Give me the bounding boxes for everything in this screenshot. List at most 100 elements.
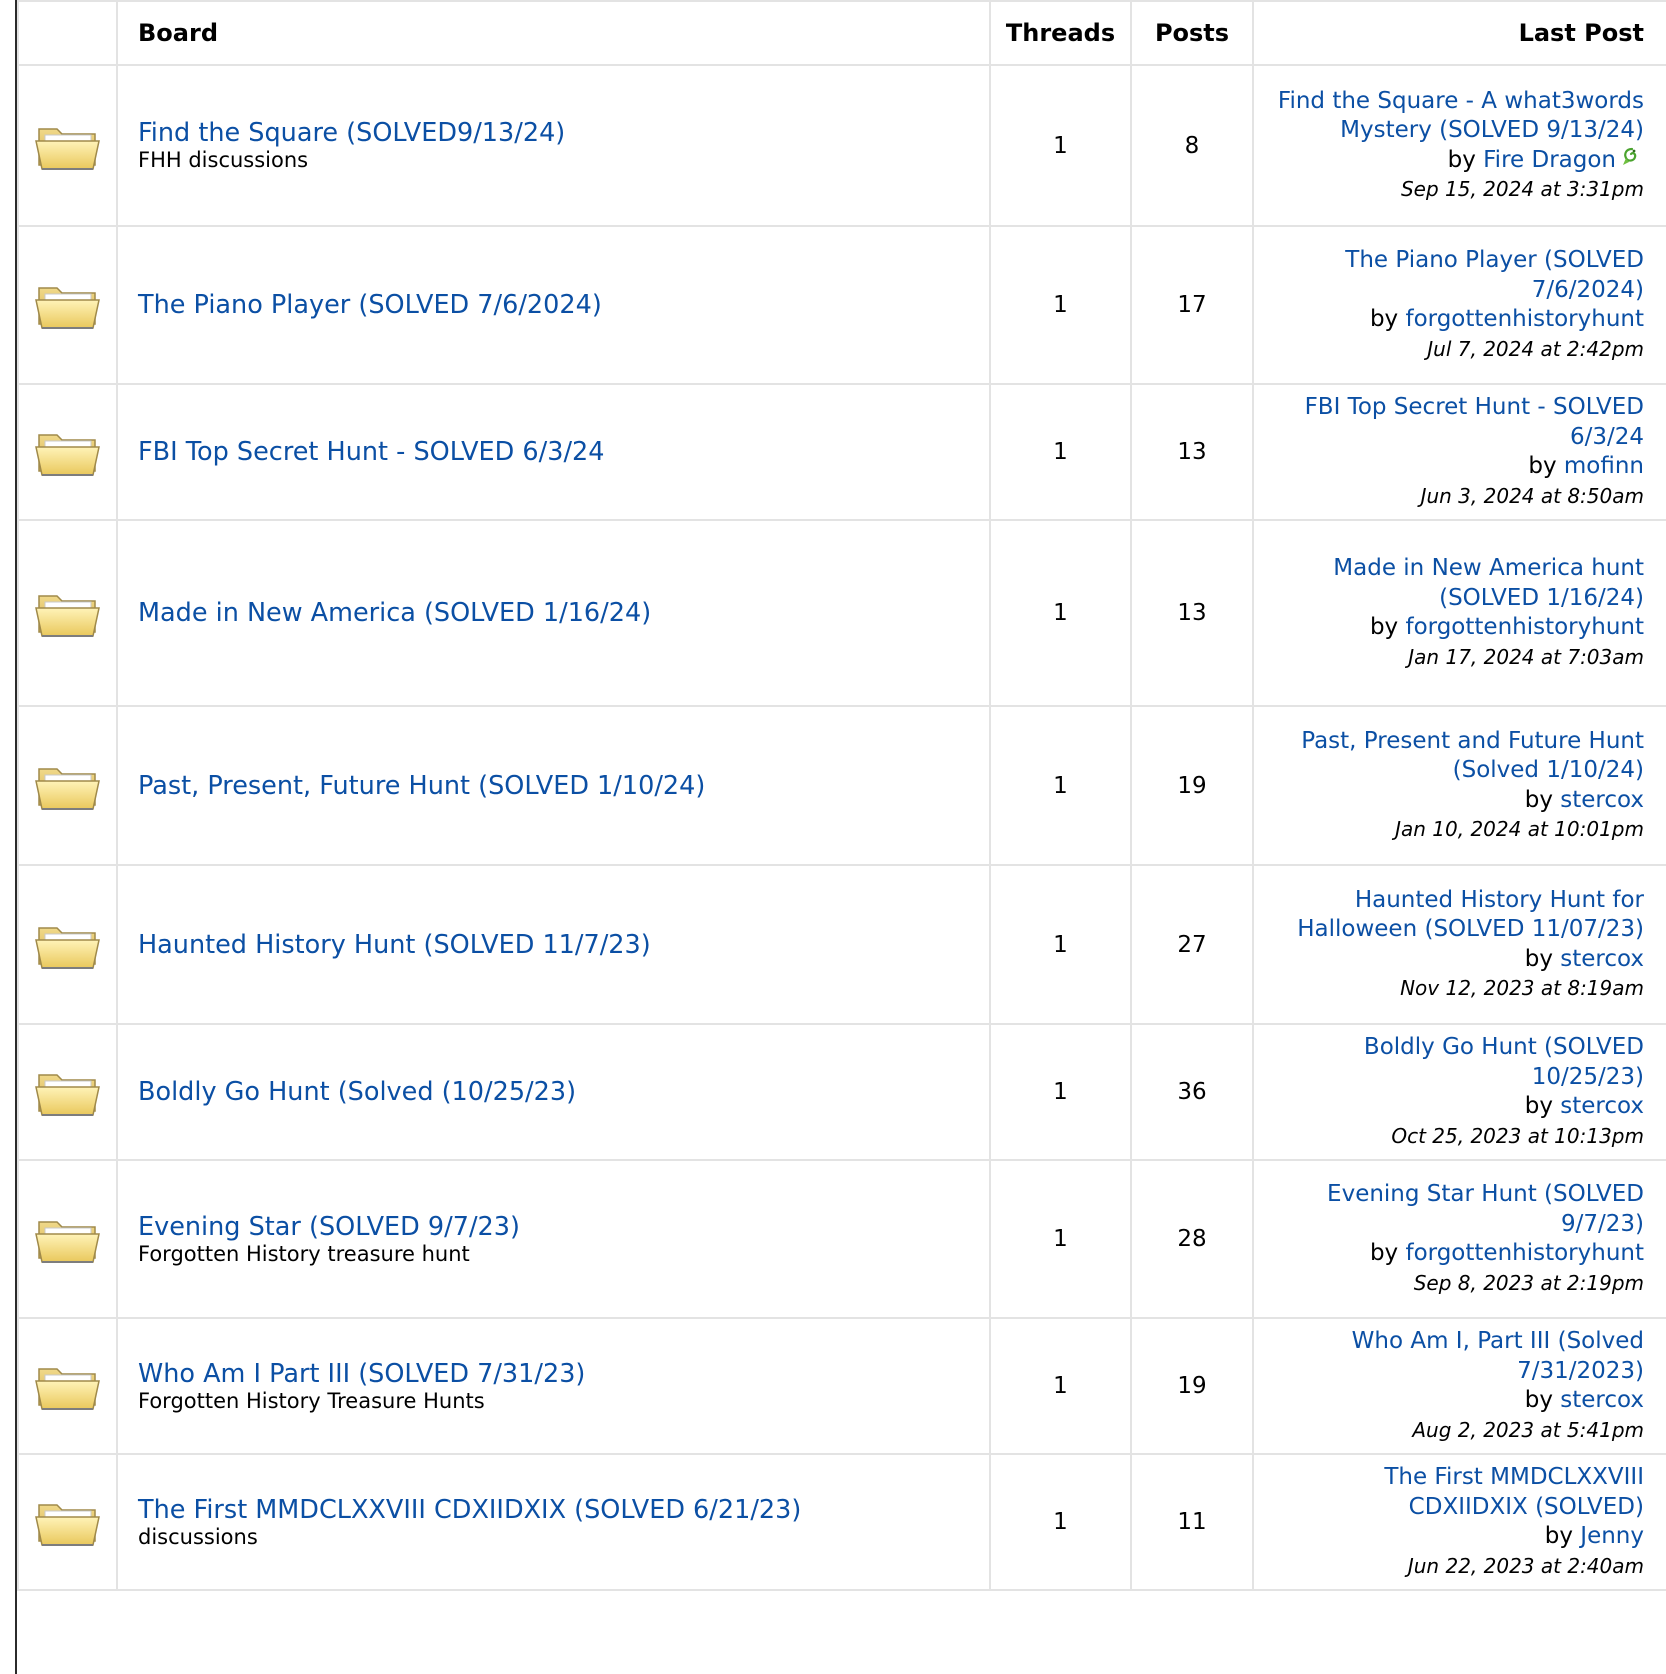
last-post-cell: Find the Square - A what3words Mystery (…: [1252, 64, 1666, 227]
board-info-cell: Past, Present, Future Hunt (SOLVED 1/10/…: [116, 705, 991, 866]
board-icon-cell: [17, 705, 118, 866]
threads-count: 1: [989, 519, 1132, 707]
last-post-by-label: by: [1524, 1387, 1553, 1413]
threads-count: 1: [989, 1159, 1132, 1319]
board-icon-cell: [17, 519, 118, 707]
last-post-date: Nov 12, 2023 at 8:19am: [1400, 976, 1644, 1000]
board-title-link[interactable]: Boldly Go Hunt (Solved (10/25/23): [138, 1077, 988, 1107]
last-post-cell: The First MMDCLXXVIII CDXIIDXIX (SOLVED)…: [1252, 1453, 1666, 1591]
board-title-link[interactable]: FBI Top Secret Hunt - SOLVED 6/3/24: [138, 437, 988, 467]
folder-icon[interactable]: [33, 582, 103, 644]
last-post-date: Aug 2, 2023 at 5:41pm: [1412, 1417, 1644, 1442]
folder-icon[interactable]: [33, 274, 103, 336]
last-post-user-link[interactable]: stercox: [1560, 1387, 1644, 1413]
header-board: Board: [116, 0, 991, 66]
threads-count: 1: [989, 705, 1132, 866]
board-icon-cell: [17, 1023, 118, 1161]
board-info-cell: FBI Top Secret Hunt - SOLVED 6/3/24: [116, 383, 991, 521]
folder-icon[interactable]: [33, 755, 103, 817]
board-row: FBI Top Secret Hunt - SOLVED 6/3/24 1 13…: [17, 383, 1666, 521]
last-post-by-label: by: [1369, 614, 1399, 640]
last-post-date: Oct 25, 2023 at 10:13pm: [1391, 1123, 1644, 1148]
folder-icon[interactable]: [33, 914, 103, 976]
board-description: FHH discussions: [138, 148, 309, 172]
board-icon-cell: [17, 864, 118, 1025]
last-post-date: Jun 22, 2023 at 2:40am: [1407, 1553, 1644, 1578]
folder-icon[interactable]: [33, 115, 103, 177]
board-info-cell: Find the Square (SOLVED9/13/24) FHH disc…: [116, 64, 991, 227]
board-icon-cell: [17, 225, 118, 385]
board-info-cell: Evening Star (SOLVED 9/7/23) Forgotten H…: [116, 1159, 991, 1319]
last-post-by-label: by: [1524, 786, 1553, 813]
board-row: The Piano Player (SOLVED 7/6/2024) 1 17 …: [17, 225, 1666, 385]
header-icon-cell: [17, 0, 118, 66]
last-post-user-link[interactable]: stercox: [1560, 787, 1644, 813]
last-post-cell: Boldly Go Hunt (SOLVED 10/25/23) by ster…: [1252, 1023, 1666, 1161]
threads-count: 1: [989, 383, 1132, 521]
last-post-user-link[interactable]: stercox: [1560, 946, 1644, 972]
folder-icon[interactable]: [33, 1355, 103, 1417]
header-threads: Threads: [989, 0, 1132, 66]
last-post-thread-link[interactable]: Find the Square - A what3words Mystery (…: [1278, 88, 1644, 144]
board-row: Who Am I Part III (SOLVED 7/31/23) Forgo…: [17, 1317, 1666, 1455]
posts-count: 8: [1130, 64, 1254, 227]
posts-count: 13: [1130, 383, 1254, 521]
folder-icon[interactable]: [33, 1208, 103, 1270]
folder-icon[interactable]: [33, 1491, 103, 1553]
last-post-thread-link[interactable]: Boldly Go Hunt (SOLVED 10/25/23): [1364, 1034, 1644, 1090]
last-post-user-link[interactable]: mofinn: [1564, 453, 1644, 479]
board-title-link[interactable]: Who Am I Part III (SOLVED 7/31/23): [138, 1359, 988, 1389]
board-row: Haunted History Hunt (SOLVED 11/7/23) 1 …: [17, 864, 1666, 1025]
board-icon-cell: [17, 1317, 118, 1455]
board-title-link[interactable]: Made in New America (SOLVED 1/16/24): [138, 598, 988, 628]
last-post-date: Jun 3, 2024 at 8:50am: [1420, 483, 1644, 508]
last-post-date: Jan 17, 2024 at 7:03am: [1408, 644, 1644, 669]
board-title-link[interactable]: The First MMDCLXXVIII CDXIIDXIX (SOLVED …: [138, 1495, 988, 1525]
last-post-thread-link[interactable]: Who Am I, Part III (Solved 7/31/2023): [1352, 1328, 1644, 1384]
last-post-cell: Haunted History Hunt for Halloween (SOLV…: [1252, 864, 1666, 1025]
board-info-cell: The First MMDCLXXVIII CDXIIDXIX (SOLVED …: [116, 1453, 991, 1591]
board-info-cell: Who Am I Part III (SOLVED 7/31/23) Forgo…: [116, 1317, 991, 1455]
board-table: Board Threads Posts Last Post Find the S…: [17, 0, 1666, 1591]
threads-count: 1: [989, 864, 1132, 1025]
last-post-user-link[interactable]: Fire Dragon: [1483, 147, 1616, 173]
last-post-user-link[interactable]: forgottenhistoryhunt: [1405, 306, 1644, 332]
last-post-user-link[interactable]: Jenny: [1580, 1523, 1644, 1549]
board-description: Forgotten History Treasure Hunts: [138, 1388, 485, 1413]
last-post-user-link[interactable]: forgottenhistoryhunt: [1405, 614, 1644, 640]
board-title-link[interactable]: Find the Square (SOLVED9/13/24): [138, 118, 988, 148]
last-post-thread-link[interactable]: The First MMDCLXXVIII CDXIIDXIX (SOLVED): [1384, 1464, 1644, 1520]
last-post-cell: FBI Top Secret Hunt - SOLVED 6/3/24 by m…: [1252, 383, 1666, 521]
posts-count: 36: [1130, 1023, 1254, 1161]
threads-count: 1: [989, 1023, 1132, 1161]
folder-icon[interactable]: [33, 1061, 103, 1123]
last-post-date: Sep 15, 2024 at 3:31pm: [1400, 177, 1644, 201]
last-post-date: Jul 7, 2024 at 2:42pm: [1427, 336, 1644, 361]
last-post-thread-link[interactable]: Made in New America hunt (SOLVED 1/16/24…: [1333, 555, 1644, 611]
posts-count: 13: [1130, 519, 1254, 707]
last-post-thread-link[interactable]: Evening Star Hunt (SOLVED 9/7/23): [1327, 1181, 1644, 1237]
last-post-user-link[interactable]: forgottenhistoryhunt: [1405, 1240, 1644, 1266]
last-post-thread-link[interactable]: FBI Top Secret Hunt - SOLVED 6/3/24: [1305, 394, 1644, 450]
board-title-link[interactable]: Evening Star (SOLVED 9/7/23): [138, 1212, 988, 1242]
board-row: Boldly Go Hunt (Solved (10/25/23) 1 36 B…: [17, 1023, 1666, 1161]
last-post-by-label: by: [1524, 1093, 1553, 1119]
last-post-date: Sep 8, 2023 at 2:19pm: [1413, 1270, 1644, 1295]
threads-count: 1: [989, 1453, 1132, 1591]
folder-icon[interactable]: [33, 421, 103, 483]
board-table-header: Board Threads Posts Last Post: [17, 0, 1666, 66]
posts-count: 19: [1130, 1317, 1254, 1455]
board-description: discussions: [138, 1524, 258, 1549]
last-post-by-label: by: [1524, 945, 1553, 972]
last-post-by-label: by: [1528, 453, 1557, 479]
last-post-thread-link[interactable]: The Piano Player (SOLVED 7/6/2024): [1345, 247, 1644, 303]
last-post-thread-link[interactable]: Past, Present and Future Hunt (Solved 1/…: [1301, 728, 1644, 784]
last-post-by-label: by: [1369, 306, 1399, 332]
last-post-cell: The Piano Player (SOLVED 7/6/2024) by fo…: [1252, 225, 1666, 385]
board-title-link[interactable]: Past, Present, Future Hunt (SOLVED 1/10/…: [138, 771, 988, 801]
last-post-user-link[interactable]: stercox: [1560, 1093, 1644, 1119]
last-post-thread-link[interactable]: Haunted History Hunt for Halloween (SOLV…: [1297, 887, 1644, 943]
posts-count: 19: [1130, 705, 1254, 866]
board-title-link[interactable]: Haunted History Hunt (SOLVED 11/7/23): [138, 930, 988, 960]
board-title-link[interactable]: The Piano Player (SOLVED 7/6/2024): [138, 290, 988, 320]
